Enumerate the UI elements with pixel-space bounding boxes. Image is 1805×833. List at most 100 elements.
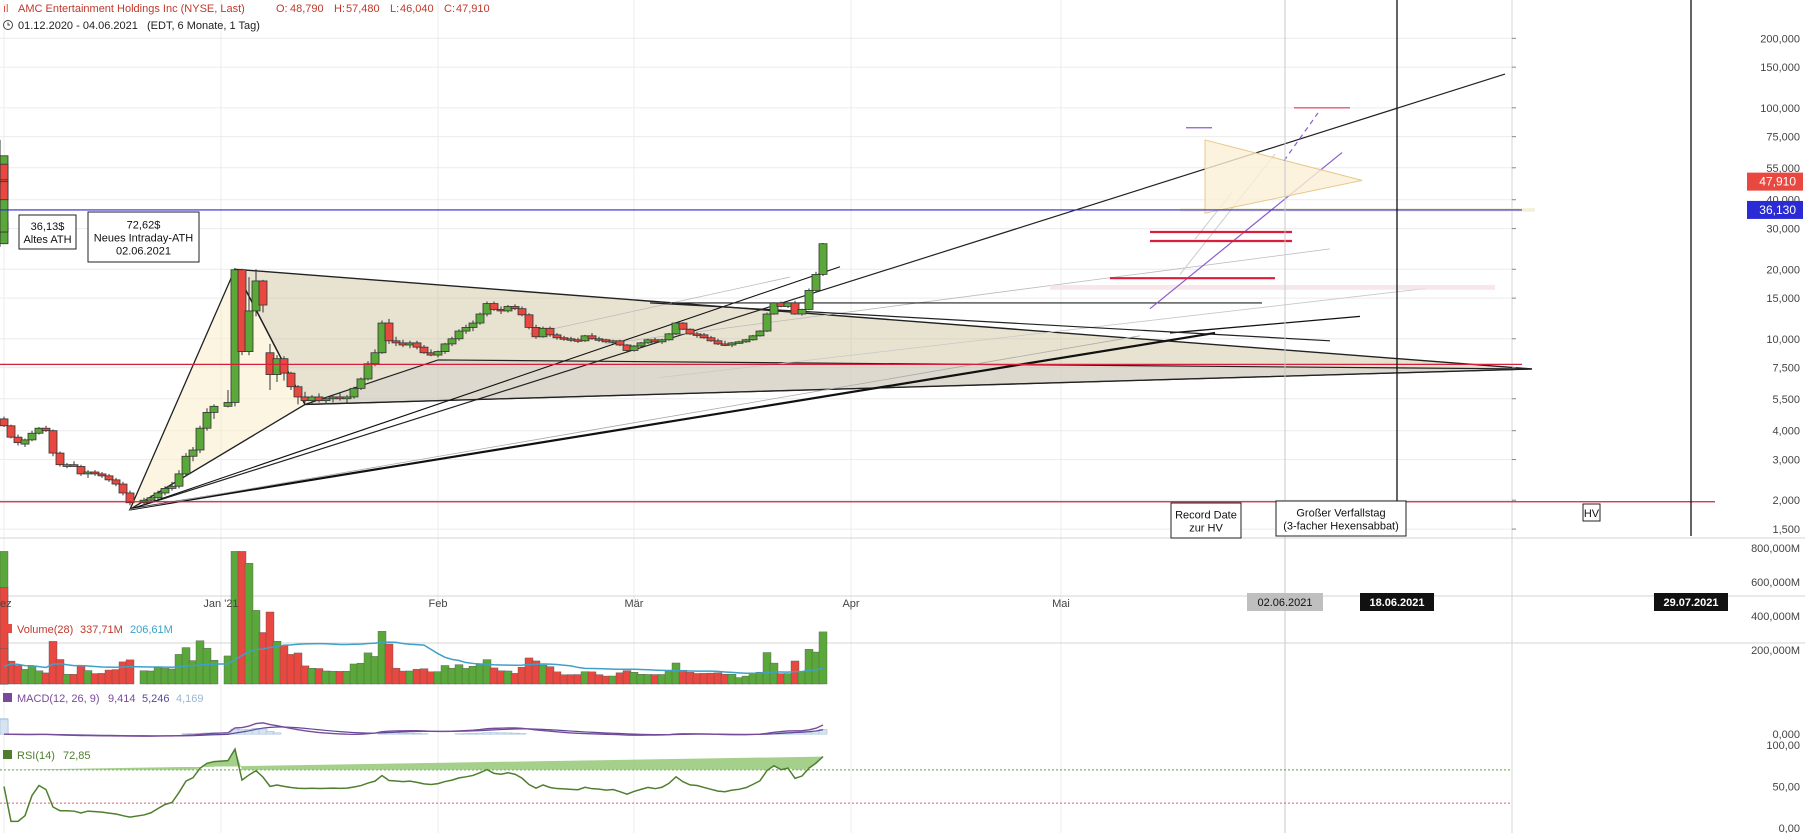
month-label: Mai xyxy=(1052,598,1070,610)
ohlc-open-label: O: xyxy=(276,3,288,15)
volume-bar xyxy=(552,671,562,685)
volume-bar xyxy=(293,652,303,685)
candle xyxy=(818,243,828,275)
price-axis[interactable]: 200,000150,000100,00075,00055,00040,0003… xyxy=(1512,33,1803,536)
macd-legend-title: MACD(12, 26, 9) xyxy=(17,693,100,705)
volume-bar xyxy=(524,657,534,685)
volume-bar xyxy=(678,669,688,685)
volume-bar xyxy=(370,656,380,685)
volume-bar xyxy=(692,673,702,685)
volume-bar xyxy=(566,674,576,685)
volume-tick-label: 400,000M xyxy=(1751,611,1800,623)
volume-bar xyxy=(328,670,338,685)
volume-bar xyxy=(622,670,632,685)
price-tick-label: 100,000 xyxy=(1760,103,1800,115)
candle xyxy=(104,475,114,481)
annotation-text: zur HV xyxy=(1189,523,1223,535)
price-tick-label: 7,500 xyxy=(1772,363,1800,375)
annotation-text: (3-facher Hexensabbat) xyxy=(1283,521,1399,533)
volume-bar xyxy=(664,670,674,685)
volume-bar xyxy=(356,662,366,685)
annotation-text: Altes ATH xyxy=(23,234,71,246)
candle xyxy=(363,363,373,380)
candle xyxy=(475,313,485,324)
candle xyxy=(615,340,625,346)
volume-bar xyxy=(741,675,751,685)
volume-bar xyxy=(440,665,450,685)
candle xyxy=(629,345,639,351)
price-tick-label: 20,000 xyxy=(1766,264,1800,276)
volume-bar xyxy=(657,674,667,685)
volume-bar xyxy=(594,674,604,685)
range-meta: (EDT, 6 Monate, 1 Tag) xyxy=(147,20,260,32)
volume-bar xyxy=(20,669,30,685)
volume-bar xyxy=(27,665,37,685)
volume-bar xyxy=(468,665,478,685)
volume-bar xyxy=(384,643,394,685)
candle xyxy=(685,328,695,335)
volume-bar xyxy=(426,671,436,685)
candle xyxy=(797,309,807,315)
stock-chart[interactable]: 800,000M 600,000M 400,000M 200,000M Volume(2… xyxy=(0,0,1805,833)
volume-bar xyxy=(601,675,611,685)
candle xyxy=(713,340,723,345)
volume-bar xyxy=(363,652,373,685)
volume-tick-label: 200,000M xyxy=(1751,645,1800,657)
volume-bar xyxy=(251,610,261,685)
month-label: Apr xyxy=(842,598,859,610)
volume-bar xyxy=(48,641,58,685)
volume-bar xyxy=(559,674,569,685)
volume-bar xyxy=(748,673,758,685)
candle xyxy=(489,303,499,310)
volume-bar xyxy=(517,666,527,685)
candle xyxy=(454,330,464,340)
volume-bar xyxy=(412,669,422,685)
volume-bar xyxy=(419,668,429,685)
macd-legend-signal: 5,246 xyxy=(142,693,170,705)
rsi-tick-label: 50,00 xyxy=(1772,782,1800,794)
rsi-legend-value: 72,85 xyxy=(63,750,91,762)
volume-bar xyxy=(650,674,660,685)
level-label: 36,130 xyxy=(1759,203,1796,217)
candle xyxy=(664,333,674,341)
candle xyxy=(762,313,772,332)
volume-bar xyxy=(629,672,639,685)
volume-bar xyxy=(727,674,737,685)
macd-histogram-bar xyxy=(272,732,282,735)
volume-legend-value: 337,71M xyxy=(80,624,123,636)
volume-bar xyxy=(335,671,345,685)
ohlc-low-value: 46,040 xyxy=(400,3,434,15)
candle xyxy=(153,492,163,499)
annotation-text: 72,62$ xyxy=(127,220,161,232)
volume-bar xyxy=(300,665,310,685)
volume-tick-label: 800,000M xyxy=(1751,543,1800,555)
volume-bar xyxy=(818,631,828,685)
volume-bar xyxy=(398,670,408,685)
trendline-drawings[interactable] xyxy=(128,73,1535,511)
date-marker-label: 29.07.2021 xyxy=(1663,597,1718,609)
volume-bar xyxy=(461,668,471,685)
candle xyxy=(384,322,394,342)
candle xyxy=(0,179,9,183)
candle xyxy=(517,308,527,316)
price-tick-label: 30,000 xyxy=(1766,224,1800,236)
volume-bar xyxy=(314,668,324,685)
volume-bar xyxy=(496,670,506,685)
volume-tick-label: 600,000M xyxy=(1751,577,1800,589)
volume-bar xyxy=(713,672,723,685)
date-marker-label: 18.06.2021 xyxy=(1369,597,1424,609)
volume-bar xyxy=(804,649,814,685)
volume-bar xyxy=(342,670,352,685)
volume-bar xyxy=(811,651,821,685)
chart-header: ıl AMC Entertainment Holdings Inc (NYSE,… xyxy=(3,3,490,32)
candle xyxy=(188,449,198,457)
volume-bar xyxy=(636,674,646,685)
volume-bar xyxy=(279,645,289,685)
ohlc-low-label: L: xyxy=(390,3,399,15)
volume-bar xyxy=(608,675,618,685)
cursor-date-label: 02.06.2021 xyxy=(1257,597,1312,609)
candle xyxy=(370,352,380,365)
price-tick-label: 2,000 xyxy=(1772,495,1800,507)
candle xyxy=(433,351,443,356)
volume-bar xyxy=(475,663,485,685)
